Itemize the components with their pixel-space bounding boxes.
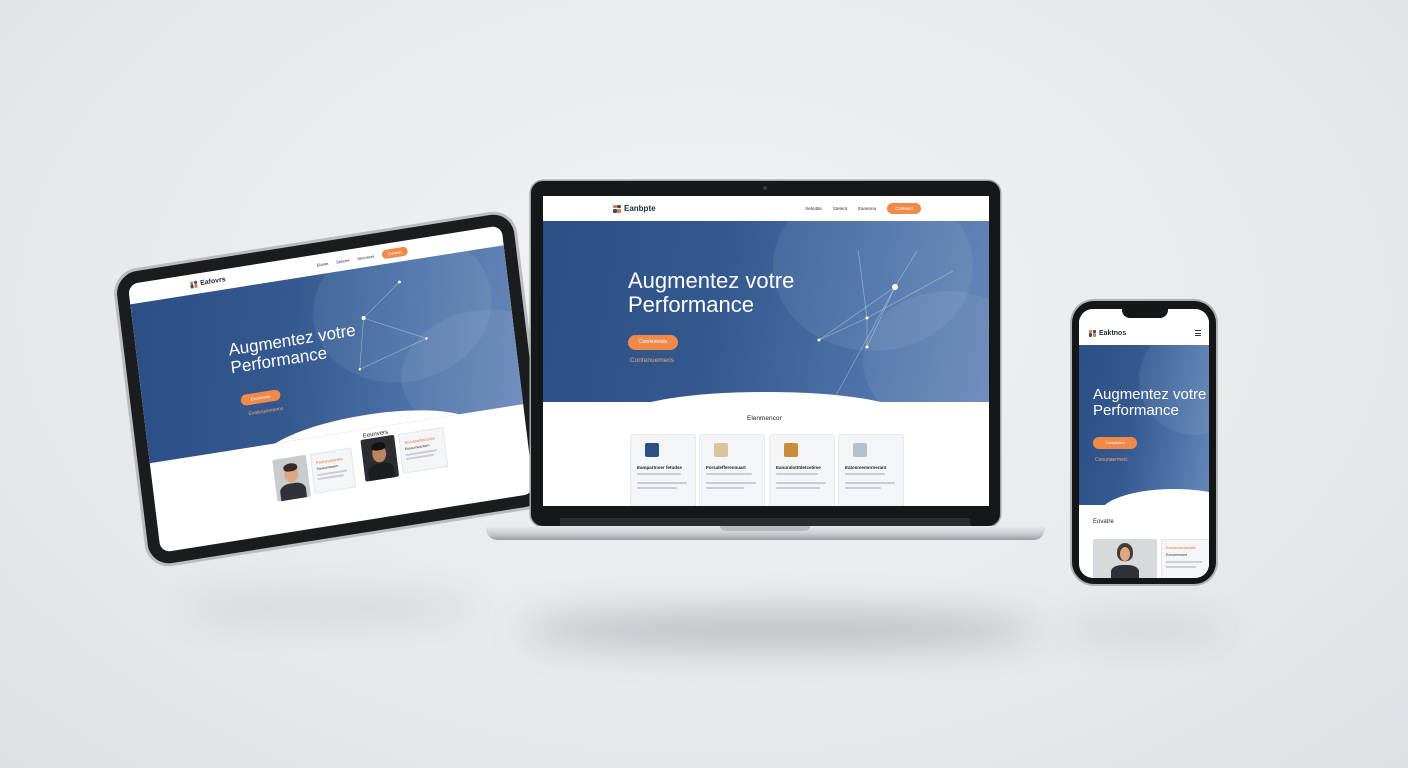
laptop-navbar: Eanbpte Sebuttia Steteot Eanenna Conteac… [543, 196, 989, 221]
logo-icon [613, 204, 621, 213]
hero-title-line-2: Performance [628, 291, 754, 317]
tablet-contact-button[interactable]: Contoct [381, 245, 409, 259]
hero-title-line-1: Augmentez votre [628, 268, 795, 293]
laptop-hero-title: Augmentez votre Performance [628, 269, 794, 317]
testimonial-photo [1093, 539, 1157, 578]
testimonial-photo [360, 434, 400, 482]
tablet-logo[interactable]: Eafovrs [189, 275, 226, 289]
laptop-brand-name: Eanbpte [624, 204, 656, 213]
feature-card[interactable]: Eanuralotttdetcetime [769, 434, 835, 506]
device-shadow [1060, 620, 1230, 640]
tablet-nav-link-1[interactable]: Etanet [316, 260, 328, 267]
phone-screen: Eaktnos Augmentez votre Performance Cona… [1079, 309, 1209, 578]
laptop-section-title: Elenmencor [747, 415, 782, 422]
feature-card[interactable]: Eatosreemnrnerant [838, 434, 904, 506]
phone-hero-title: Augmentez votre Performance [1093, 386, 1207, 420]
testimonial-subtitle: Steteumaeem [316, 463, 339, 472]
testimonial-subtitle: Eonsreenamt [1166, 553, 1187, 557]
feature-card[interactable]: Eampartnoer fetudse [630, 434, 696, 506]
hero-wave [1099, 489, 1209, 505]
tablet-hero-button[interactable]: Evonrnerar [240, 389, 281, 407]
laptop-nav-link-3[interactable]: Eanenna [858, 206, 876, 211]
tablet-nav-link-3[interactable]: Seoceere [357, 253, 375, 261]
camera-icon [763, 186, 767, 190]
logo-icon [189, 280, 198, 289]
testimonial-card: Eseuteovaruartuilie Eonsreenamt [1161, 539, 1209, 578]
testimonial-card: Teuvanettlarsstos Esesumeacitem [397, 426, 449, 474]
tablet-nav-link-2[interactable]: Seecee [336, 257, 350, 264]
team-icon [645, 443, 659, 457]
hamburger-icon[interactable] [1195, 330, 1201, 336]
report-icon [853, 443, 867, 457]
device-shadow [520, 612, 1040, 648]
phone-brand-name: Eaktnos [1099, 329, 1127, 337]
phone-hero: Augmentez votre Performance Conatrulns C… [1079, 345, 1209, 505]
phone-notch [1122, 309, 1168, 318]
tablet-device: Eafovrs Etanet Seecee Seoceere Contoct A… [114, 211, 548, 567]
phone-section-title: Eovatre [1093, 519, 1114, 525]
feature-card[interactable]: Forsalefferennuart [699, 434, 765, 506]
testimonial-title: Portheutoanets [315, 456, 344, 466]
feature-card-title: Eanuralotttdetcetime [776, 465, 821, 470]
laptop-contact-button[interactable]: Conteact [886, 203, 921, 214]
testimonial-title: Eseuteovaruartuilie [1166, 546, 1196, 550]
device-shadow [180, 596, 480, 620]
laptop-screen: Eanbpte Sebuttia Steteot Eanenna Conteac… [543, 196, 989, 506]
laptop-nav-link-1[interactable]: Sebuttia [805, 206, 822, 211]
feature-card-title: Eatosreemnrnerant [845, 465, 887, 470]
phone-hero-subtext[interactable]: Conunaermels [1095, 457, 1128, 463]
testimonial-photo [272, 454, 311, 502]
laptop-nav-link-2[interactable]: Steteot [833, 206, 847, 211]
feature-card-title: Forsalefferennuart [706, 465, 746, 470]
laptop-keyboard [560, 518, 970, 526]
laptop-hero-button[interactable]: Conmuennis [628, 335, 678, 350]
phone-logo[interactable]: Eaktnos [1089, 329, 1127, 337]
tablet-brand-name: Eafovrs [199, 275, 226, 287]
laptop-trackpad-notch [720, 526, 810, 531]
tablet-hero-subtext[interactable]: Evatessiemems [248, 406, 284, 417]
hero-title-line-2: Performance [1093, 402, 1179, 420]
document-icon [714, 443, 728, 457]
laptop-hero: Augmentez votre Performance Conmuennis C… [543, 221, 989, 402]
laptop-hero-subtext[interactable]: Contenuemeris [630, 357, 674, 364]
logo-icon [1089, 329, 1096, 337]
laptop-logo[interactable]: Eanbpte [613, 204, 656, 213]
testimonial-card: Portheutoanets Steteumaeem [309, 447, 357, 494]
phone-hero-button[interactable]: Conatrulns [1093, 437, 1137, 449]
feature-card-title: Eampartnoer fetudse [637, 465, 683, 470]
hero-title-line-1: Augmentez votre [1093, 386, 1207, 403]
chart-icon [784, 443, 798, 457]
network-graphic [817, 251, 954, 401]
